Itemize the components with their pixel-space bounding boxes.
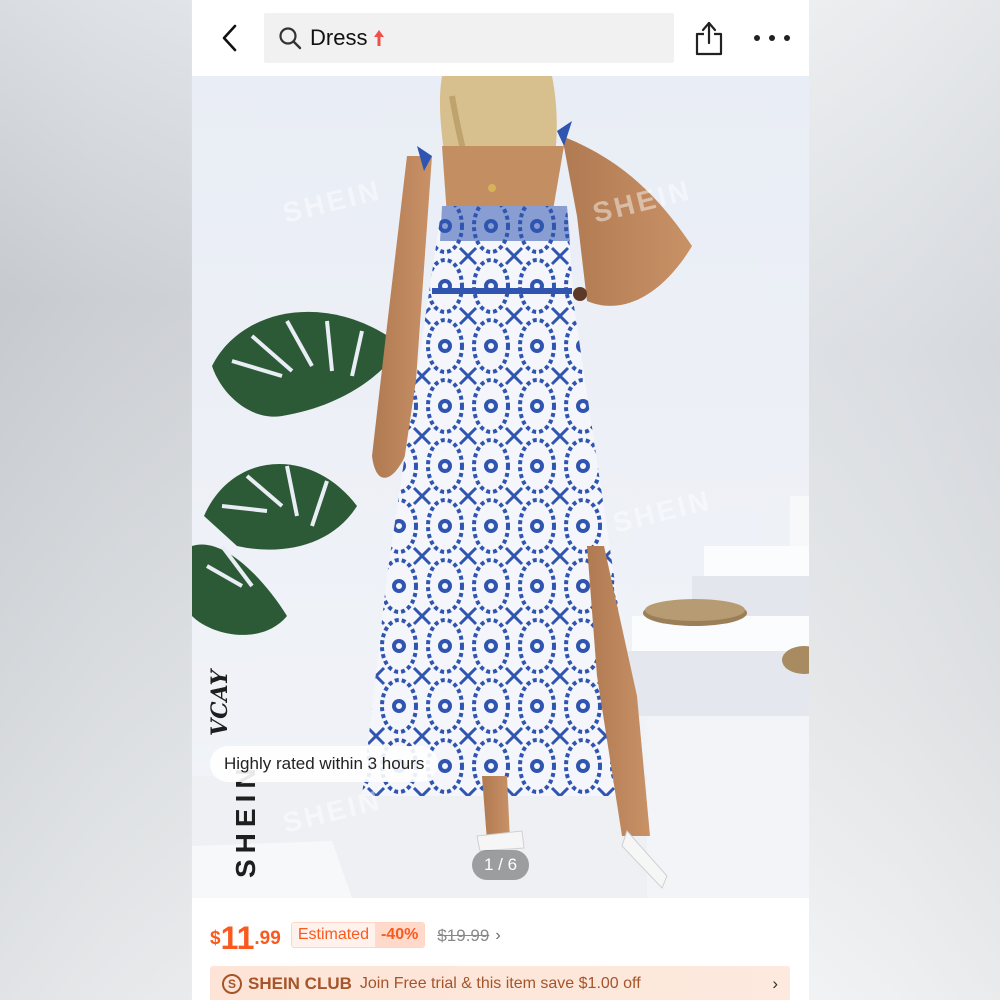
back-button[interactable] (214, 22, 246, 54)
discount-percent: -40% (374, 923, 425, 947)
trend-up-icon (373, 29, 385, 47)
club-name: SHEIN CLUB (248, 974, 352, 993)
product-page: Dress SHEIN SHEIN SHEIN SHEIN SHEIN VCAY… (192, 0, 809, 1000)
top-bar: Dress (192, 0, 809, 76)
brand-logo-script: VCAY (207, 669, 233, 736)
image-pager-label: 1 / 6 (484, 855, 518, 874)
original-price[interactable]: $19.99 (437, 926, 489, 946)
background-blur-left (0, 0, 192, 1000)
shein-club-banner[interactable]: S SHEIN CLUB Join Free trial & this item… (210, 966, 790, 1000)
background-blur-right (808, 0, 1000, 1000)
chevron-right-icon[interactable]: › (495, 927, 500, 945)
share-button[interactable] (692, 18, 726, 58)
price-row: $ 11 .99 Estimated -40% $19.99 › (210, 918, 501, 954)
more-icon (754, 35, 760, 41)
search-query: Dress (310, 25, 368, 50)
search-input[interactable]: Dress (264, 13, 674, 63)
back-arrow-icon (222, 24, 237, 52)
image-pager: 1 / 6 (472, 850, 530, 880)
price-currency: $ (210, 928, 221, 949)
price-integer: 11 (220, 920, 255, 956)
product-image-gallery[interactable]: SHEIN SHEIN SHEIN SHEIN SHEIN VCAY Highl… (192, 76, 809, 898)
estimated-badge: Estimated -40% (290, 922, 426, 948)
estimated-label: Estimated (291, 923, 375, 947)
search-icon (279, 27, 302, 50)
club-description: Join Free trial & this item save $1.00 o… (359, 975, 641, 992)
chevron-right-icon: › (772, 974, 778, 993)
share-icon (695, 21, 723, 56)
price-decimal: .99 (254, 928, 281, 949)
shein-club-logo-icon: S (222, 974, 242, 994)
rating-badge: Highly rated within 3 hours (210, 746, 439, 782)
more-button[interactable] (754, 26, 790, 50)
rating-badge-label: Highly rated within 3 hours (224, 754, 425, 773)
